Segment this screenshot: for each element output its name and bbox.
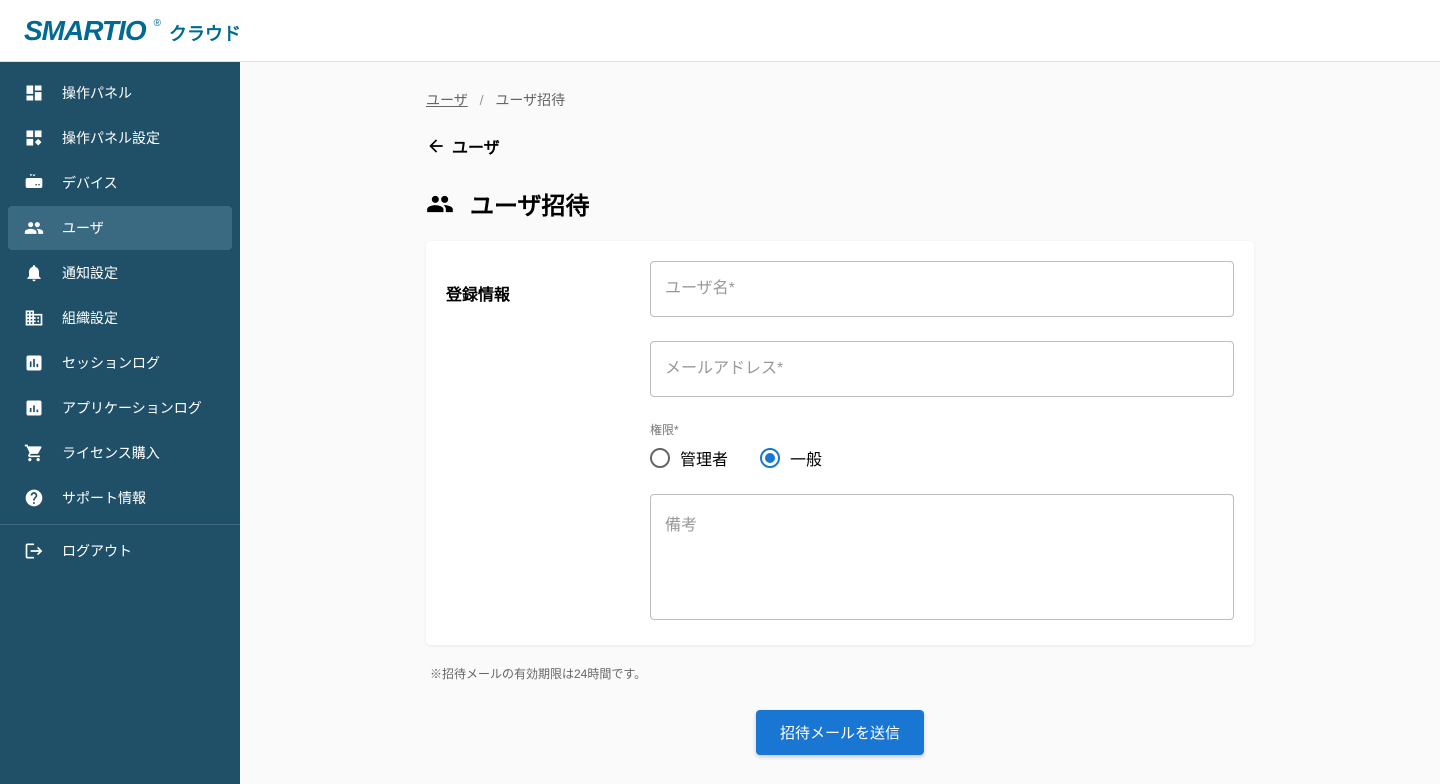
sidebar-item-devices[interactable]: デバイス — [8, 161, 232, 205]
app-header: SMARTIO ® クラウド — [0, 0, 1440, 62]
page-title-text: ユーザ招待 — [470, 186, 590, 221]
sidebar-item-label: アプリケーションログ — [62, 398, 202, 418]
sidebar-item-session-log[interactable]: セッションログ — [8, 341, 232, 385]
logo-registered: ® — [154, 18, 161, 29]
sidebar-item-notifications[interactable]: 通知設定 — [8, 251, 232, 295]
people-icon — [24, 218, 44, 238]
radio-label: 管理者 — [680, 446, 728, 470]
sidebar-item-dashboard[interactable]: 操作パネル — [8, 71, 232, 115]
back-link[interactable]: ユーザ — [426, 134, 1254, 158]
username-input[interactable] — [650, 261, 1234, 317]
dashboard-icon — [24, 83, 44, 103]
breadcrumb-parent[interactable]: ユーザ — [426, 92, 468, 108]
radio-circle-icon — [650, 448, 670, 468]
router-icon — [24, 173, 44, 193]
main-content: ユーザ / ユーザ招待 ユーザ ユーザ招待 登録情報 — [240, 62, 1440, 784]
radio-general[interactable]: 一般 — [760, 446, 822, 470]
sidebar-item-label: 通知設定 — [62, 263, 118, 283]
page-title: ユーザ招待 — [426, 186, 1254, 221]
sidebar-item-application-log[interactable]: アプリケーションログ — [8, 386, 232, 430]
app-logo: SMARTIO ® クラウド — [24, 15, 241, 47]
sidebar-item-license[interactable]: ライセンス購入 — [8, 431, 232, 475]
sidebar-item-label: セッションログ — [62, 353, 160, 373]
sidebar-item-label: ユーザ — [62, 218, 104, 238]
bell-icon — [24, 263, 44, 283]
sidebar-item-dashboard-settings[interactable]: 操作パネル設定 — [8, 116, 232, 160]
form-card: 登録情報 権限* 管理者 一般 — [426, 241, 1254, 645]
shopping-cart-icon — [24, 443, 44, 463]
sidebar-item-label: ライセンス購入 — [62, 443, 160, 463]
logo-subtitle: クラウド — [169, 20, 241, 46]
insert-chart-icon — [24, 398, 44, 418]
sidebar-item-logout[interactable]: ログアウト — [8, 529, 232, 573]
role-radio-group: 管理者 一般 — [650, 446, 1234, 470]
logout-icon — [24, 541, 44, 561]
submit-button[interactable]: 招待メールを送信 — [756, 710, 924, 755]
section-label: 登録情報 — [446, 261, 626, 625]
remarks-input[interactable] — [650, 494, 1234, 620]
sidebar-item-label: デバイス — [62, 173, 118, 193]
sidebar-item-label: サポート情報 — [62, 488, 146, 508]
radio-circle-checked-icon — [760, 448, 780, 468]
radio-label: 一般 — [790, 446, 822, 470]
bar-chart-icon — [24, 353, 44, 373]
help-icon — [24, 488, 44, 508]
arrow-left-icon — [426, 136, 446, 156]
sidebar-item-label: 組織設定 — [62, 308, 118, 328]
sidebar-item-label: 操作パネル設定 — [62, 128, 160, 148]
sidebar: 操作パネル 操作パネル設定 デバイス ユーザ 通知設定 — [0, 62, 240, 784]
form-note: ※招待メールの有効期限は24時間です。 — [430, 665, 1254, 682]
people-icon — [426, 190, 454, 218]
sidebar-item-users[interactable]: ユーザ — [8, 206, 232, 250]
sidebar-divider — [0, 524, 240, 525]
sidebar-item-label: 操作パネル — [62, 83, 132, 103]
sidebar-item-organization[interactable]: 組織設定 — [8, 296, 232, 340]
back-label: ユーザ — [452, 134, 500, 158]
role-label: 権限* — [650, 421, 1234, 438]
radio-admin[interactable]: 管理者 — [650, 446, 728, 470]
building-icon — [24, 308, 44, 328]
sidebar-item-support[interactable]: サポート情報 — [8, 476, 232, 520]
sidebar-item-label: ログアウト — [62, 541, 132, 561]
breadcrumb: ユーザ / ユーザ招待 — [426, 90, 1254, 110]
widgets-icon — [24, 128, 44, 148]
breadcrumb-current: ユーザ招待 — [495, 92, 565, 108]
breadcrumb-separator: / — [480, 92, 484, 108]
logo-main: SMARTIO — [24, 15, 146, 47]
email-input[interactable] — [650, 341, 1234, 397]
